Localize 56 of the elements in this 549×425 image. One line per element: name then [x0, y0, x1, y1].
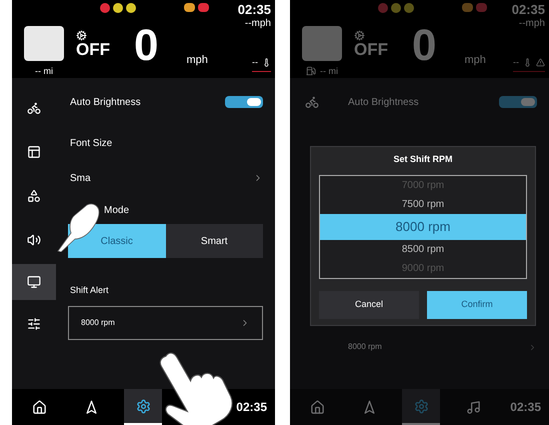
home-icon: [310, 400, 324, 414]
gauge-panel: [302, 26, 342, 60]
thermometer-icon: [523, 58, 532, 68]
chevron-icon: [528, 342, 537, 352]
shift-alert-select[interactable]: 8000 rpm: [68, 306, 263, 340]
monitor-icon: [27, 275, 41, 289]
speed-small: --mph: [518, 18, 545, 31]
rpm-option[interactable]: 8000 rpm: [320, 214, 526, 240]
mode-option[interactable]: Classic: [68, 224, 166, 258]
gear-status: OFF: [76, 41, 110, 58]
dialog-title: Set Shift RPM: [392, 153, 454, 166]
nav-tab[interactable]: [124, 389, 162, 425]
navigation-arrow-icon: [84, 400, 98, 414]
shift-alert-select[interactable]: 8000 rpm: [348, 332, 537, 362]
gauge-panel: [24, 26, 64, 60]
setting-label: Mode: [104, 204, 130, 218]
navigation-arrow-icon: [362, 400, 376, 414]
panels-icon: [27, 145, 41, 159]
setting-label: Font Size: [70, 137, 114, 151]
toggle-switch[interactable]: [499, 96, 537, 108]
clock-time: 02:35: [512, 2, 545, 18]
home-icon: [32, 400, 46, 414]
speed-small: --mph: [244, 18, 271, 31]
speed-reading: 0: [412, 24, 436, 72]
dialog-button[interactable]: Confirm: [427, 290, 527, 318]
rpm-option[interactable]: 7500 rpm: [320, 194, 526, 214]
setting-label: Auto Brightness: [348, 96, 419, 110]
toggle-switch[interactable]: [225, 96, 263, 108]
setting-label: Auto Brightness: [70, 96, 141, 110]
speed-unit: mph: [186, 53, 208, 68]
temperature-reading: --: [513, 56, 519, 69]
gear-icon: [354, 30, 365, 41]
sliders-icon: [27, 317, 41, 331]
font-size-select[interactable]: Sma: [70, 163, 263, 193]
speaker-icon: [27, 233, 41, 247]
music-icon: [466, 400, 480, 414]
rpm-option[interactable]: 8500 rpm: [320, 240, 526, 258]
clock-time: 02:35: [510, 399, 541, 416]
mode-option[interactable]: Smart: [166, 224, 263, 258]
range-reading: -- mi: [320, 64, 338, 78]
thermometer-icon: [262, 58, 271, 68]
clock-time: 02:35: [236, 399, 267, 416]
hand-drawing: [57, 203, 100, 252]
clock-time: 02:35: [238, 2, 271, 18]
settings-icon: [414, 398, 428, 414]
gear-icon: [76, 30, 87, 41]
settings-icon: [136, 398, 150, 414]
range-reading: -- mi: [35, 64, 53, 78]
speed-reading: 0: [134, 24, 158, 72]
temperature-reading: --: [252, 56, 258, 69]
setting-label: Shift Alert: [70, 284, 110, 297]
sidebar-tab[interactable]: [12, 264, 56, 300]
gear-status: OFF: [354, 41, 388, 58]
shapes-icon: [27, 189, 41, 203]
speed-unit: mph: [464, 53, 486, 68]
dialog-button[interactable]: Cancel: [319, 290, 419, 318]
